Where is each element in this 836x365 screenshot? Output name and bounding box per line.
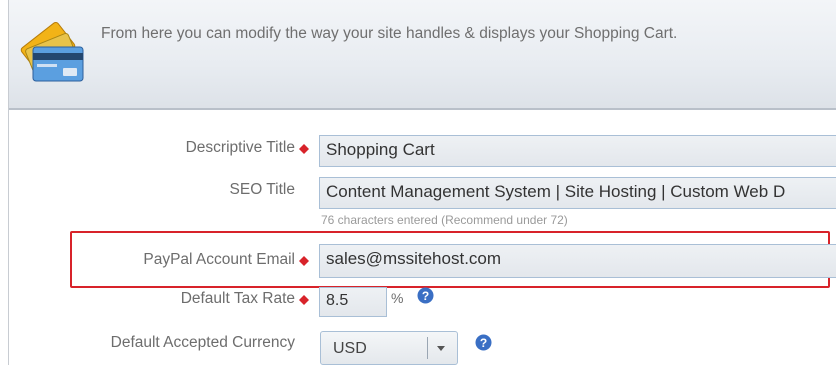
svg-text:?: ?	[480, 336, 487, 350]
svg-text:?: ?	[422, 289, 429, 303]
currency-select-value: USD	[333, 340, 367, 357]
info-banner: From here you can modify the way your si…	[9, 0, 836, 110]
tax-rate-label: Default Tax Rate	[180, 290, 295, 307]
seo-title-label: SEO Title	[229, 181, 295, 198]
tax-rate-input[interactable]: 8.5	[319, 287, 387, 317]
percent-unit: %	[391, 290, 404, 306]
chevron-down-icon[interactable]	[434, 341, 448, 355]
required-marker-icon	[299, 144, 309, 154]
select-divider	[427, 337, 428, 359]
help-icon[interactable]: ?	[475, 334, 492, 351]
required-marker-icon	[299, 256, 309, 266]
currency-select[interactable]: USD	[320, 331, 458, 365]
seo-character-count: 76 characters entered (Recommend under 7…	[321, 213, 568, 227]
credit-card-icon	[20, 21, 84, 82]
required-marker-icon	[299, 295, 309, 305]
settings-panel: From here you can modify the way your si…	[8, 0, 836, 365]
seo-title-input[interactable]: Content Management System | Site Hosting…	[319, 177, 836, 209]
banner-description: From here you can modify the way your si…	[101, 25, 678, 42]
help-icon[interactable]: ?	[417, 287, 434, 304]
currency-label: Default Accepted Currency	[110, 334, 295, 351]
descriptive-title-label: Descriptive Title	[185, 139, 295, 156]
paypal-email-label: PayPal Account Email	[143, 251, 295, 268]
descriptive-title-input[interactable]: Shopping Cart	[319, 135, 836, 167]
paypal-email-input[interactable]: sales@mssitehost.com	[319, 244, 836, 278]
